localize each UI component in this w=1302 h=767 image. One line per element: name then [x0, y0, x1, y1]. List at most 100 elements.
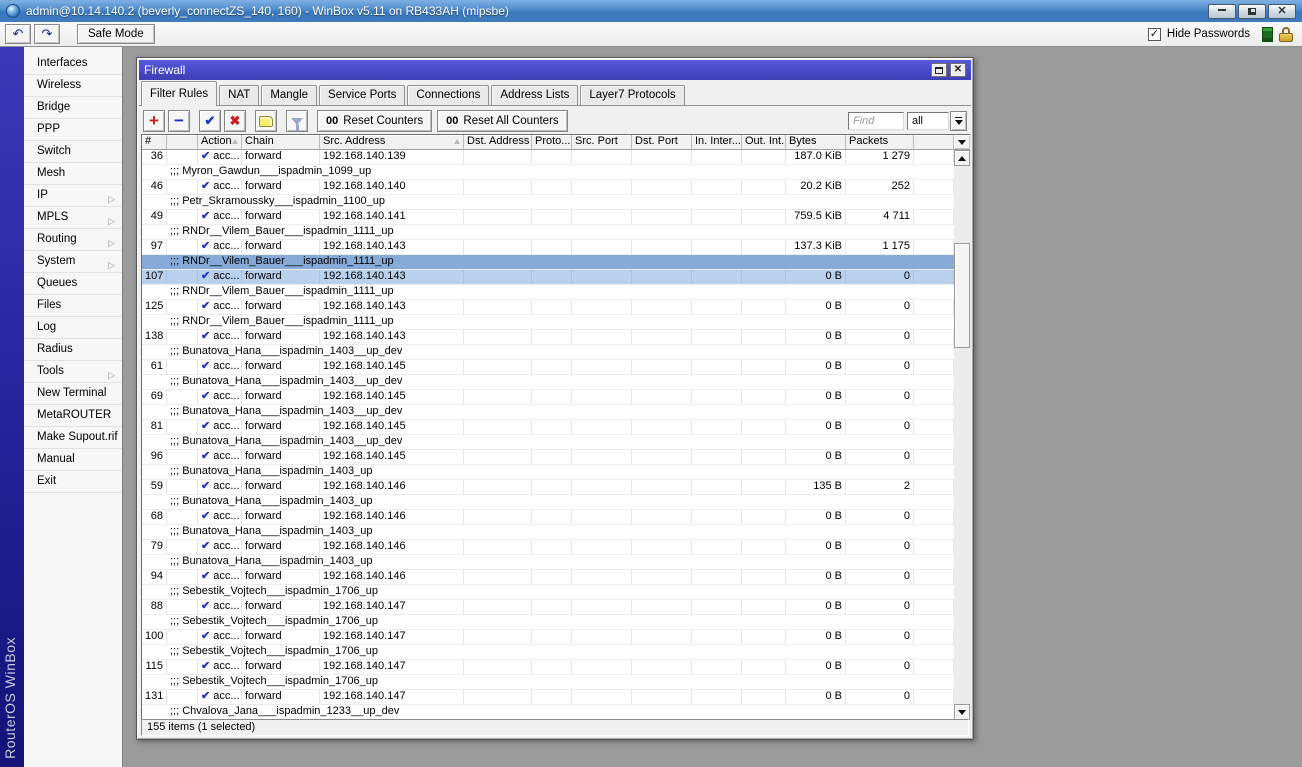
firewall-comment-row[interactable]: ;;; Bunatova_Hana___ispadmin_1403_up: [142, 465, 954, 480]
tab-mangle[interactable]: Mangle: [261, 85, 318, 105]
firewall-comment-row[interactable]: ;;; Sebestik_Vojtech___ispadmin_1706_up: [142, 675, 954, 690]
sidebar-item-ip[interactable]: IP ▷: [24, 185, 122, 207]
firewall-comment-row[interactable]: ;;; Bunatova_Hana___ispadmin_1403__up_de…: [142, 345, 954, 360]
column-header-chain[interactable]: Chain: [242, 135, 320, 149]
firewall-rule-row[interactable]: 96 ✔ acc... forward 192.168.140.145 0 B0: [142, 450, 954, 465]
filter-scope-combobox[interactable]: all: [907, 112, 949, 130]
sidebar-item-mesh[interactable]: Mesh: [24, 163, 122, 185]
sidebar-item-metarouter[interactable]: MetaROUTER: [24, 405, 122, 427]
reset-counters-button[interactable]: 00 Reset Counters: [317, 110, 433, 132]
sidebar-item-switch[interactable]: Switch: [24, 141, 122, 163]
sidebar-item-tools[interactable]: Tools ▷: [24, 361, 122, 383]
firewall-close-button[interactable]: ✕: [950, 63, 966, 77]
firewall-rule-row[interactable]: 81 ✔ acc... forward 192.168.140.145 0 B0: [142, 420, 954, 435]
firewall-comment-row[interactable]: ;;; Petr_Skramoussky___ispadmin_1100_up: [142, 195, 954, 210]
sidebar-item-wireless[interactable]: Wireless: [24, 75, 122, 97]
sidebar-item-bridge[interactable]: Bridge: [24, 97, 122, 119]
firewall-rule-row[interactable]: 46 ✔ acc... forward 192.168.140.140 20.2 KiB 2…: [142, 180, 954, 195]
column-header-dst-port[interactable]: Dst. Port: [632, 135, 692, 149]
firewall-rule-row[interactable]: 97 ✔ acc... forward 192.168.140.143 137.3 KiB…: [142, 240, 954, 255]
safe-mode-button[interactable]: Safe Mode: [77, 24, 155, 44]
column-header-src-port[interactable]: Src. Port: [572, 135, 632, 149]
column-select-button[interactable]: [954, 135, 970, 149]
sidebar-item-new-terminal[interactable]: New Terminal: [24, 383, 122, 405]
sidebar-item-manual[interactable]: Manual: [24, 449, 122, 471]
sidebar-item-exit[interactable]: Exit: [24, 471, 122, 493]
column-header-blank[interactable]: #: [142, 135, 167, 149]
enable-rule-button[interactable]: ✔: [199, 110, 221, 132]
scroll-down-button[interactable]: [954, 704, 970, 720]
firewall-rule-row[interactable]: 88 ✔ acc... forward 192.168.140.147 0 B0: [142, 600, 954, 615]
find-input[interactable]: [848, 112, 904, 130]
firewall-rule-row[interactable]: 79 ✔ acc... forward 192.168.140.146 0 B0: [142, 540, 954, 555]
scroll-up-button[interactable]: [954, 150, 970, 166]
redo-button[interactable]: ↷: [34, 24, 60, 44]
column-header-proto[interactable]: Proto...: [532, 135, 572, 149]
firewall-rule-row[interactable]: 100 ✔ acc... forward 192.168.140.147 0 B0: [142, 630, 954, 645]
sidebar-item-interfaces[interactable]: Interfaces: [24, 53, 122, 75]
firewall-rule-row[interactable]: 61 ✔ acc... forward 192.168.140.145 0 B0: [142, 360, 954, 375]
firewall-comment-row[interactable]: ;;; Bunatova_Hana___ispadmin_1403_up: [142, 495, 954, 510]
firewall-rule-row[interactable]: 107 ✔ acc... forward 192.168.140.143 0 B0: [142, 270, 954, 285]
sidebar-item-radius[interactable]: Radius: [24, 339, 122, 361]
column-header-bytes[interactable]: Bytes: [786, 135, 846, 149]
sidebar-item-make-supout-rif[interactable]: Make Supout.rif: [24, 427, 122, 449]
tab-connections[interactable]: Connections: [407, 85, 490, 105]
firewall-comment-row[interactable]: ;;; Chvalova_Jana___ispadmin_1233__up_de…: [142, 705, 954, 720]
firewall-rule-row[interactable]: 94 ✔ acc... forward 192.168.140.146 0 B0: [142, 570, 954, 585]
disable-rule-button[interactable]: ✖: [224, 110, 246, 132]
filter-button[interactable]: [286, 110, 308, 132]
firewall-comment-row[interactable]: ;;; Bunatova_Hana___ispadmin_1403__up_de…: [142, 435, 954, 450]
firewall-comment-row[interactable]: ;;; Bunatova_Hana___ispadmin_1403__up_de…: [142, 375, 954, 390]
firewall-comment-row[interactable]: ;;; RNDr__Vilem_Bauer___ispadmin_1111_up: [142, 255, 954, 270]
firewall-rule-row[interactable]: 36 ✔ acc... forward 192.168.140.139 187.0 KiB…: [142, 150, 954, 165]
add-rule-button[interactable]: +: [143, 110, 165, 132]
column-header-src-address[interactable]: Src. Address: [320, 135, 464, 149]
reset-all-counters-button[interactable]: 00 Reset All Counters: [437, 110, 568, 132]
column-header-out-int[interactable]: Out. Int...: [742, 135, 786, 149]
column-header-blank[interactable]: [914, 135, 954, 149]
sidebar-item-system[interactable]: System ▷: [24, 251, 122, 273]
firewall-rule-row[interactable]: 131 ✔ acc... forward 192.168.140.147 0 B0: [142, 690, 954, 705]
tab-layer7-protocols[interactable]: Layer7 Protocols: [580, 85, 685, 105]
filter-scope-dropdown-button[interactable]: [950, 111, 967, 131]
hide-passwords-checkbox[interactable]: ✓: [1147, 27, 1161, 41]
firewall-maximize-button[interactable]: [931, 63, 947, 77]
remove-rule-button[interactable]: −: [168, 110, 190, 132]
tab-address-lists[interactable]: Address Lists: [491, 85, 579, 105]
sidebar-item-mpls[interactable]: MPLS ▷: [24, 207, 122, 229]
close-button[interactable]: ✕: [1268, 3, 1296, 19]
sidebar-item-log[interactable]: Log: [24, 317, 122, 339]
firewall-rule-row[interactable]: 69 ✔ acc... forward 192.168.140.145 0 B0: [142, 390, 954, 405]
firewall-comment-row[interactable]: ;;; Sebestik_Vojtech___ispadmin_1706_up: [142, 645, 954, 660]
undo-button[interactable]: ↶: [5, 24, 31, 44]
sidebar-item-queues[interactable]: Queues: [24, 273, 122, 295]
tab-filter-rules[interactable]: Filter Rules: [141, 81, 218, 106]
column-header-packets[interactable]: Packets: [846, 135, 914, 149]
column-header-blank[interactable]: [167, 135, 198, 149]
firewall-comment-row[interactable]: ;;; Bunatova_Hana___ispadmin_1403__up_de…: [142, 405, 954, 420]
firewall-comment-row[interactable]: ;;; Myron_Gawdun___ispadmin_1099_up: [142, 165, 954, 180]
firewall-comment-row[interactable]: ;;; RNDr__Vilem_Bauer___ispadmin_1111_up: [142, 225, 954, 240]
column-header-dst-address[interactable]: Dst. Address: [464, 135, 532, 149]
firewall-comment-row[interactable]: ;;; Sebestik_Vojtech___ispadmin_1706_up: [142, 615, 954, 630]
restore-button[interactable]: [1238, 3, 1266, 19]
firewall-comment-row[interactable]: ;;; Bunatova_Hana___ispadmin_1403_up: [142, 555, 954, 570]
firewall-rule-row[interactable]: 115 ✔ acc... forward 192.168.140.147 0 B0: [142, 660, 954, 675]
sidebar-item-routing[interactable]: Routing ▷: [24, 229, 122, 251]
tab-service-ports[interactable]: Service Ports: [319, 85, 406, 105]
sidebar-item-ppp[interactable]: PPP: [24, 119, 122, 141]
sidebar-item-files[interactable]: Files: [24, 295, 122, 317]
minimize-button[interactable]: [1208, 3, 1236, 19]
firewall-rule-row[interactable]: 125 ✔ acc... forward 192.168.140.143 0 B0: [142, 300, 954, 315]
firewall-comment-row[interactable]: ;;; Sebestik_Vojtech___ispadmin_1706_up: [142, 585, 954, 600]
tab-nat[interactable]: NAT: [219, 85, 260, 105]
vertical-scrollbar[interactable]: [954, 150, 970, 720]
firewall-comment-row[interactable]: ;;; RNDr__Vilem_Bauer___ispadmin_1111_up: [142, 315, 954, 330]
column-header-action[interactable]: Action: [198, 135, 242, 149]
firewall-titlebar[interactable]: Firewall ✕: [139, 60, 971, 80]
firewall-comment-row[interactable]: ;;; RNDr__Vilem_Bauer___ispadmin_1111_up: [142, 285, 954, 300]
firewall-comment-row[interactable]: ;;; Bunatova_Hana___ispadmin_1403_up: [142, 525, 954, 540]
firewall-rule-row[interactable]: 59 ✔ acc... forward 192.168.140.146 135 B2: [142, 480, 954, 495]
comment-button[interactable]: [255, 110, 277, 132]
